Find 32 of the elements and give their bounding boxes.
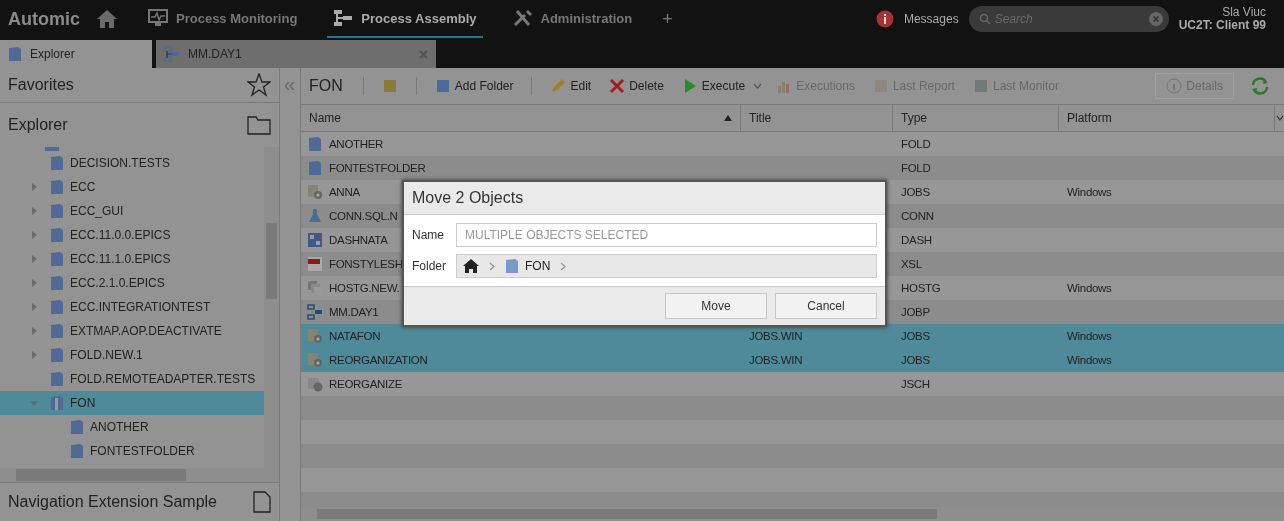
name-cell: FONSTYLESH [329,258,403,270]
name-cell: ANNA [329,186,360,198]
type-cell: FOLD [901,138,931,150]
type-cell: FOLD [901,162,931,174]
type-cell: JOBP [901,306,930,318]
type-cell: JOBS [901,354,930,366]
name-cell: ANOTHER [329,138,384,150]
platform-cell: Windows [1067,354,1112,366]
name-cell: REORGANIZE [329,378,403,390]
name-cell: DASHNATA [329,234,388,246]
name-cell: CONN.SQL.N [329,210,398,222]
type-cell: JOBS [901,330,930,342]
field-label: Name [412,228,445,242]
type-cell: HOSTG [901,282,941,294]
type-cell: JOBS [901,186,930,198]
type-cell: DASH [901,234,932,246]
title-cell: JOBS.WIN [749,354,803,366]
folder-title: FON [309,77,343,95]
type-cell: JSCH [901,378,930,390]
title-cell: JOBS.WIN [749,330,803,342]
platform-cell: Windows [1067,330,1112,342]
type-cell: XSL [901,258,922,270]
name-cell: HOSTG.NEW. [329,282,400,294]
logo: Automic [8,8,80,30]
platform-cell: Windows [1067,186,1112,198]
name-cell: NATAFON [329,330,381,342]
name-cell: REORGANIZATION [329,354,428,366]
name-cell: FONTESTFOLDER [329,162,426,174]
name-cell: MM.DAY1 [329,306,379,318]
field-label: Folder [412,259,447,273]
platform-cell: Windows [1067,282,1112,294]
type-cell: CONN [901,210,934,222]
